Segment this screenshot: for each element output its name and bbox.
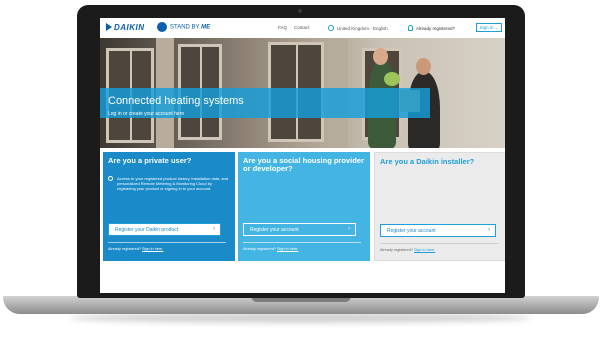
user-icon	[408, 25, 413, 31]
already-registered-label: Already registered?	[416, 26, 456, 31]
button-label: Register your account	[250, 227, 299, 233]
check-circle-icon	[108, 176, 113, 181]
card-description: Access to your registered product histor…	[117, 176, 229, 191]
stand-by-me-logo[interactable]: STAND BY ME	[157, 22, 210, 32]
register-daikin-product-button[interactable]: Register your Daikin product ›	[108, 223, 221, 236]
chevron-right-icon: ›	[213, 226, 215, 232]
hero-man-head	[416, 58, 431, 75]
card-title: Are you a social housing provider or dev…	[243, 156, 364, 173]
sign-in-button[interactable]: Sign in ⌄	[476, 23, 502, 32]
daikin-logo-icon	[106, 23, 112, 31]
logo-text: DAIKIN	[114, 23, 145, 32]
button-label: Register your Daikin product	[115, 227, 179, 233]
footer-text: Already registered?	[380, 248, 413, 252]
daikin-logo[interactable]: DAIKIN	[106, 23, 145, 32]
stand-by-text: STAND BY	[170, 24, 200, 31]
register-account-button[interactable]: Register your account ›	[243, 223, 356, 236]
laptop-screen: DAIKIN STAND BY ME FAQ · Contact United …	[100, 18, 505, 293]
button-label: Register your account	[387, 228, 436, 234]
laptop-shadow	[70, 313, 532, 323]
nav-contact[interactable]: Contact	[294, 25, 310, 30]
sign-in-link[interactable]: Sign in here.	[277, 247, 298, 251]
card-title: Are you a private user?	[108, 156, 192, 165]
footer-text: Already registered?	[243, 247, 276, 251]
globe-icon	[328, 25, 334, 31]
hero-flowers	[384, 72, 400, 86]
chevron-down-icon: ⌄	[494, 25, 499, 30]
me-text: ME	[201, 24, 211, 31]
footer-text: Already registered?	[108, 247, 141, 251]
hero-banner: Connected heating systems Log in or crea…	[100, 38, 505, 148]
chevron-right-icon: ›	[488, 227, 490, 233]
card-footer: Already registered? Sign in here.	[243, 247, 298, 251]
hero-title: Connected heating systems	[108, 95, 244, 107]
nav-faq[interactable]: FAQ	[278, 25, 287, 30]
card-footer: Already registered? Sign in here.	[380, 248, 435, 252]
sign-in-link[interactable]: Sign in here.	[414, 248, 435, 252]
sign-in-link[interactable]: Sign in here.	[142, 247, 163, 251]
hero-subtitle[interactable]: Log in or create your account here	[108, 111, 184, 117]
private-user-card: Are you a private user? Access to your r…	[103, 152, 235, 261]
installer-card: Are you a Daikin installer? Register you…	[374, 152, 505, 261]
stand-by-me-icon	[157, 22, 167, 32]
webcam	[298, 9, 302, 13]
site-header: DAIKIN STAND BY ME FAQ · Contact United …	[100, 18, 505, 39]
card-divider	[108, 242, 226, 243]
card-title: Are you a Daikin installer?	[380, 157, 475, 166]
register-account-button[interactable]: Register your account ›	[380, 224, 496, 237]
hero-woman-head	[373, 48, 388, 65]
already-registered: Already registered?	[408, 25, 455, 31]
social-housing-card: Are you a social housing provider or dev…	[238, 152, 370, 261]
card-divider	[243, 242, 361, 243]
laptop-base	[3, 296, 599, 314]
nav-separator: ·	[290, 25, 292, 30]
laptop-lid: DAIKIN STAND BY ME FAQ · Contact United …	[77, 5, 525, 298]
region-selector[interactable]: United Kingdom - English	[328, 25, 388, 31]
chevron-right-icon: ›	[348, 226, 350, 232]
card-footer: Already registered? Sign in here.	[108, 247, 163, 251]
sign-in-label: Sign in	[479, 25, 494, 30]
region-label: United Kingdom - English	[337, 26, 388, 31]
card-divider	[380, 243, 498, 244]
